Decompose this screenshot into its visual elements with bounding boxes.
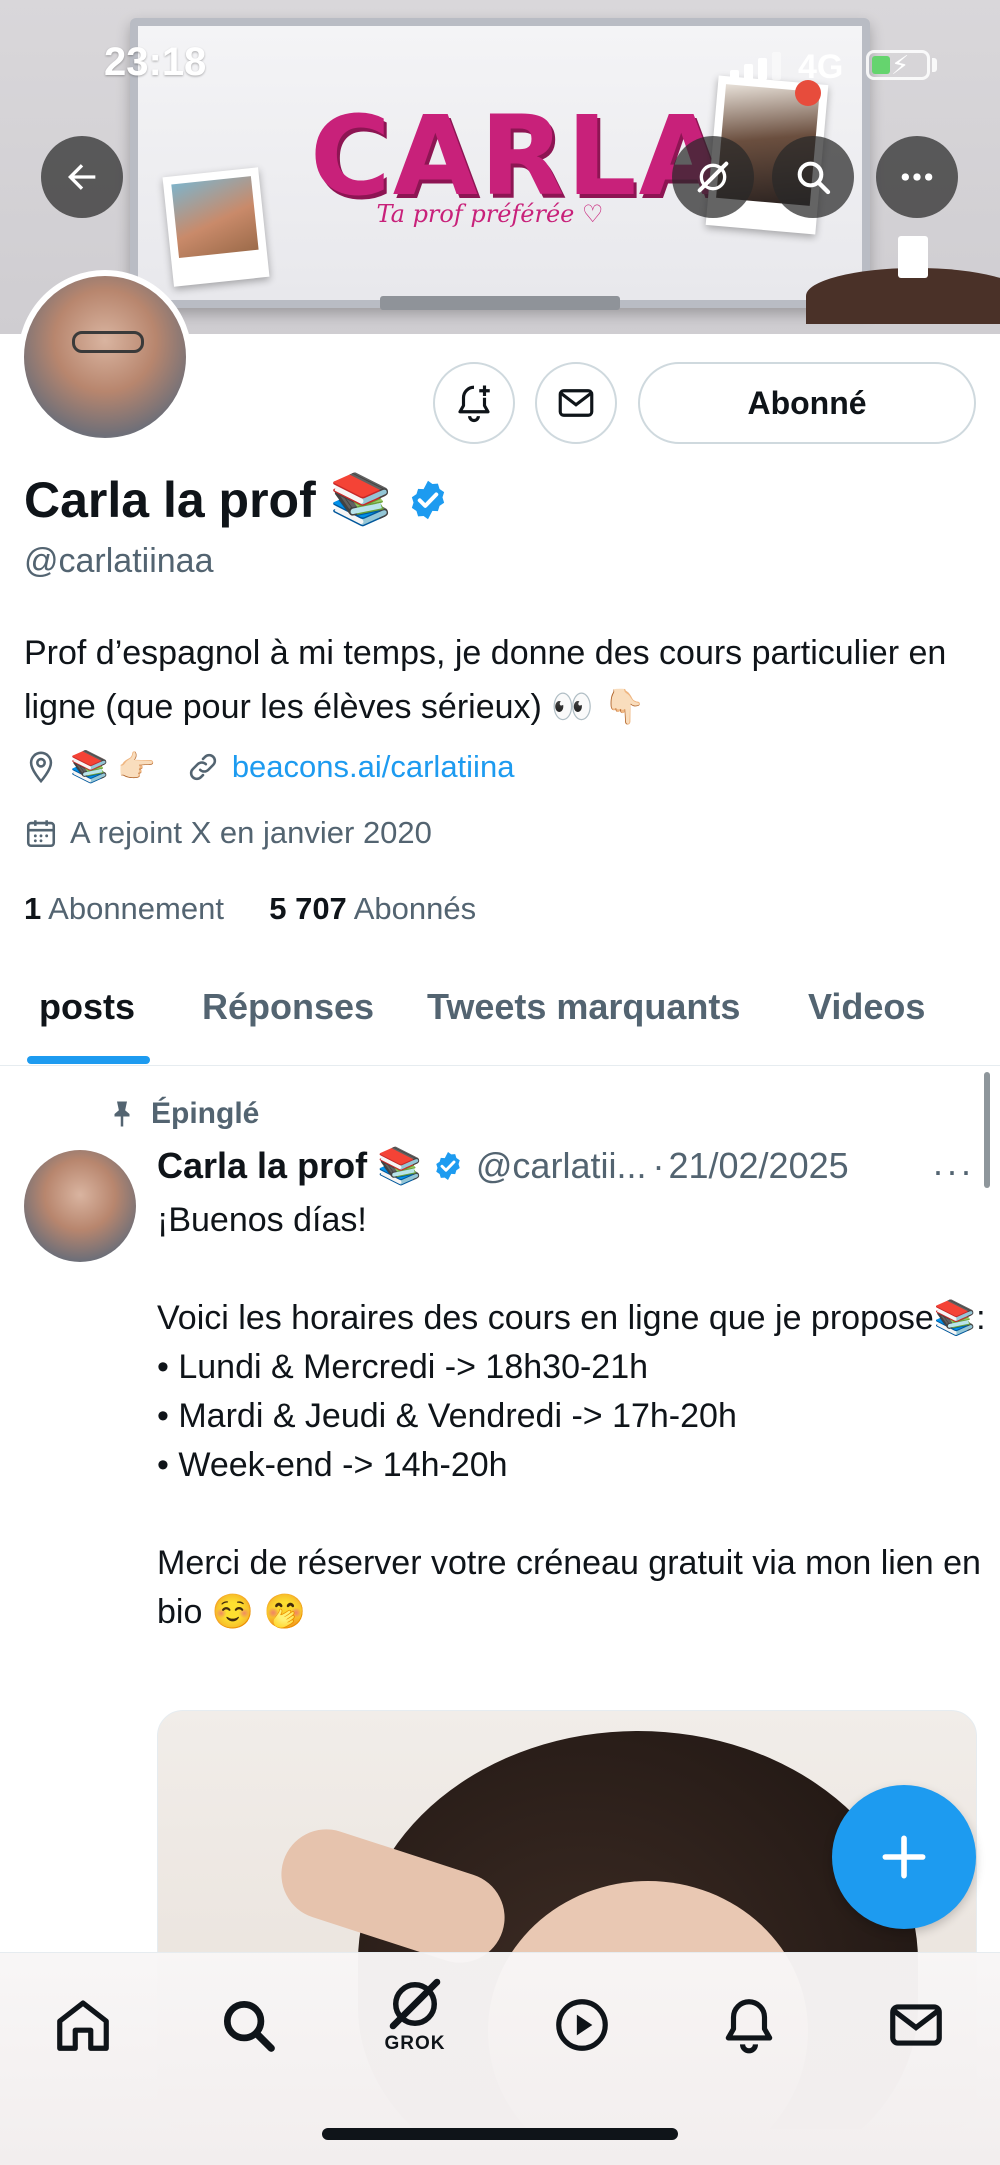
- nav-video[interactable]: [540, 1983, 624, 2067]
- profile-website-link[interactable]: beacons.ai/carlatiina: [232, 749, 515, 785]
- video-play-icon: [556, 1999, 608, 2051]
- pencil-cup-illustration: [898, 236, 928, 278]
- profile-location: 📚 👉🏻: [70, 749, 156, 784]
- more-icon: [901, 173, 933, 181]
- tab-replies[interactable]: Réponses: [202, 986, 374, 1028]
- tweet-date: 21/02/2025: [668, 1145, 849, 1186]
- home-indicator[interactable]: [322, 2128, 678, 2140]
- battery-tip: [932, 58, 937, 72]
- nav-grok[interactable]: GROK: [373, 1971, 457, 2055]
- profile-tabs: posts Réponses Tweets marquants Videos: [0, 972, 1000, 1066]
- home-icon: [57, 2000, 109, 2051]
- tweet-author-emoji: 📚: [377, 1145, 422, 1186]
- display-name: Carla la prof: [24, 471, 316, 528]
- profile-handle: @carlatiinaa: [24, 542, 214, 580]
- books-emoji: 📚: [329, 471, 393, 527]
- active-tab-indicator: [27, 1056, 150, 1064]
- signal-icon: [730, 50, 790, 80]
- tab-videos[interactable]: Videos: [808, 986, 925, 1028]
- following-link[interactable]: 1 Abonnement: [24, 891, 224, 926]
- profile-meta-joined-row: A rejoint X en janvier 2020: [24, 815, 432, 851]
- grok-button[interactable]: [672, 136, 754, 218]
- message-button[interactable]: [535, 362, 617, 444]
- tweet-author-handle: @carlatii...: [475, 1145, 647, 1186]
- tweet-more-button[interactable]: ···: [932, 1150, 974, 1192]
- following-count: 1: [24, 891, 42, 926]
- search-icon: [797, 161, 831, 195]
- back-button[interactable]: [41, 136, 123, 218]
- tweet-separator: ·: [652, 1145, 665, 1186]
- nav-messages[interactable]: [874, 1983, 958, 2067]
- plus-icon: [882, 1835, 926, 1879]
- nav-notifications[interactable]: [707, 1983, 791, 2067]
- more-options-button[interactable]: [876, 136, 958, 218]
- profile-avatar[interactable]: [18, 270, 192, 444]
- search-profile-button[interactable]: [772, 136, 854, 218]
- grok-label: GROK: [384, 2033, 446, 2054]
- followers-link[interactable]: 5 707 Abonnés: [269, 891, 476, 926]
- scrollbar[interactable]: [984, 1072, 990, 1188]
- followers-label: Abonnés: [353, 891, 477, 926]
- battery-icon: ⚡: [866, 50, 930, 80]
- status-time: 23:18: [104, 40, 207, 84]
- tweet-text: ¡Buenos días! Voici les horaires des cou…: [157, 1201, 986, 1631]
- envelope-icon: [558, 389, 594, 417]
- search-icon: [223, 2000, 275, 2052]
- tab-posts[interactable]: posts: [39, 986, 135, 1028]
- grok-icon: [389, 1978, 441, 2030]
- pin-icon: [114, 1101, 130, 1127]
- tweet-author-name[interactable]: Carla la prof: [157, 1145, 367, 1187]
- pinned-label-row: Épinglé: [107, 1097, 259, 1131]
- avatar-glasses: [72, 331, 144, 353]
- display-name-row: Carla la prof 📚: [24, 470, 450, 529]
- bell-icon: [725, 1999, 773, 2054]
- location-pin-icon: [29, 751, 53, 783]
- follow-stats: 1 Abonnement 5 707 Abonnés: [24, 891, 476, 927]
- compose-post-button[interactable]: [832, 1785, 976, 1929]
- bell-plus-icon: [458, 385, 490, 423]
- tweet-author-avatar[interactable]: [24, 1150, 136, 1262]
- nav-home[interactable]: [41, 1983, 125, 2067]
- envelope-icon: [890, 2004, 942, 2046]
- followers-count: 5 707: [269, 891, 347, 926]
- tweet-header: Carla la prof 📚 @carlatii... · 21/02/202…: [157, 1145, 937, 1187]
- banner-subtitle: Ta prof préférée ♡: [376, 200, 604, 228]
- banner-photo-left: [162, 167, 270, 287]
- profile-joined-date: A rejoint X en janvier 2020: [70, 815, 432, 850]
- notify-button[interactable]: [433, 362, 515, 444]
- following-button[interactable]: Abonné: [638, 362, 976, 444]
- following-label: Abonnement: [48, 891, 224, 926]
- verified-badge-icon[interactable]: [406, 478, 450, 522]
- link-icon: [189, 753, 216, 780]
- verified-badge-icon: [436, 1152, 460, 1180]
- pinned-label: Épinglé: [151, 1097, 260, 1130]
- nav-search[interactable]: [206, 1983, 290, 2067]
- network-type: 4G: [798, 48, 844, 86]
- tab-highlights[interactable]: Tweets marquants: [427, 986, 740, 1028]
- profile-meta-location-row: 📚 👉🏻 beacons.ai/carlatiina: [24, 748, 514, 785]
- calendar-icon: [26, 820, 56, 848]
- arrow-left-icon: [68, 164, 96, 190]
- profile-bio: Prof d’espagnol à mi temps, je donne des…: [24, 634, 947, 726]
- grok-icon: [697, 161, 729, 193]
- whiteboard-tray: [380, 296, 620, 310]
